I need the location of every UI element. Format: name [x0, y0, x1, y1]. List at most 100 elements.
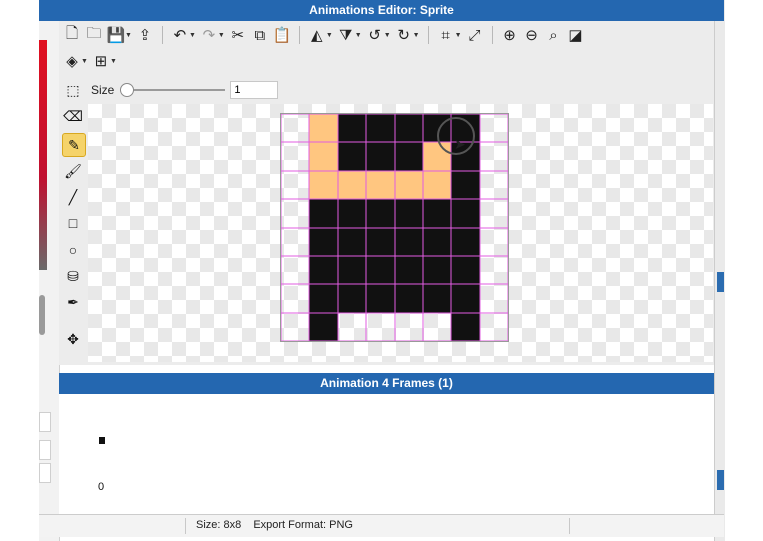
sprite-pixel[interactable] [337, 255, 367, 285]
sprite-pixel[interactable] [422, 199, 452, 228]
sprite-pixel[interactable] [281, 313, 309, 341]
sprite-pixel[interactable] [480, 313, 508, 341]
chevron-down-icon[interactable]: ▼ [455, 32, 462, 39]
resize-icon[interactable]: ⤢ [464, 24, 486, 46]
sprite-pixel[interactable] [480, 199, 508, 227]
sprite-pixel[interactable] [281, 199, 309, 227]
sprite-pixel[interactable] [451, 170, 480, 200]
chevron-down-icon[interactable]: ▼ [326, 32, 333, 39]
open-folder-icon[interactable]: 🗀 [83, 24, 105, 46]
sprite-pixel[interactable] [309, 199, 338, 228]
new-file-icon[interactable]: 🗋 [61, 24, 83, 46]
sprite-pixel[interactable] [451, 199, 480, 228]
sprite-pixel[interactable] [281, 256, 309, 284]
sprite-pixel[interactable] [423, 313, 451, 341]
selection-icon[interactable]: ⬚ [62, 79, 84, 101]
sprite-pixel[interactable] [422, 255, 452, 285]
flip-vertical-icon[interactable]: ⧩ [335, 24, 357, 46]
chevron-down-icon[interactable]: ▼ [413, 32, 420, 39]
sprite-pixel[interactable] [451, 255, 480, 285]
line-icon[interactable]: ╱ [62, 186, 84, 208]
paste-icon[interactable]: 📋 [271, 24, 293, 46]
sprite-pixel[interactable] [422, 170, 452, 200]
sprite-pixel[interactable] [394, 199, 423, 228]
zoom-out-icon[interactable]: ⊖ [521, 24, 543, 46]
sprite-pixel[interactable] [366, 255, 395, 285]
sprite-pixel[interactable] [366, 313, 394, 341]
sprite-pixel[interactable] [309, 312, 338, 342]
sprite-pixel[interactable] [281, 228, 309, 256]
brush-icon[interactable]: 🖌 [62, 160, 84, 182]
save-icon[interactable]: 💾 [105, 24, 127, 46]
sprite-pixel[interactable] [309, 114, 338, 143]
sprite-pixel[interactable] [394, 255, 423, 285]
layers-icon[interactable]: ◈ [61, 50, 83, 72]
sprite-pixel[interactable] [366, 114, 395, 143]
chevron-down-icon[interactable]: ▼ [384, 32, 391, 39]
chevron-down-icon[interactable]: ▼ [218, 32, 225, 39]
sprite-pixel[interactable] [395, 313, 423, 341]
sprite-pixel[interactable] [480, 256, 508, 284]
sprite-pixel[interactable] [309, 284, 338, 313]
crop-icon[interactable]: ⌗ [435, 24, 457, 46]
sprite-pixel[interactable] [337, 199, 367, 228]
circle-icon[interactable]: ○ [62, 239, 84, 261]
sprite-pixel[interactable] [451, 227, 480, 256]
grid-icon[interactable]: ⊞ [90, 50, 112, 72]
sprite-pixel[interactable] [366, 170, 395, 200]
chevron-down-icon[interactable]: ▼ [189, 32, 196, 39]
sprite-pixel[interactable] [337, 142, 367, 171]
sprite-pixel[interactable] [394, 284, 423, 313]
sprite-pixel[interactable] [422, 284, 452, 313]
sprite-pixel[interactable] [480, 114, 508, 142]
rectangle-icon[interactable]: □ [62, 212, 84, 234]
sprite-pixel[interactable] [281, 171, 309, 199]
rotate-right-icon[interactable]: ↻ [393, 24, 415, 46]
sprite-pixel[interactable] [309, 255, 338, 285]
sprite-pixel[interactable] [451, 312, 480, 342]
sprite-pixel[interactable] [480, 228, 508, 256]
pencil-icon[interactable]: ✎ [62, 133, 86, 157]
sprite-pixel[interactable] [480, 171, 508, 199]
sprite-grid[interactable] [280, 113, 509, 342]
fill-icon[interactable]: ⛁ [62, 265, 84, 287]
scrollbar-thumb[interactable] [39, 295, 45, 335]
sprite-pixel[interactable] [337, 227, 367, 256]
sprite-pixel[interactable] [309, 170, 338, 200]
sprite-pixel[interactable] [281, 284, 309, 312]
cut-icon[interactable]: ✂ [227, 24, 249, 46]
pan-icon[interactable]: ✥ [62, 328, 84, 350]
redo-icon[interactable]: ↷ [198, 24, 220, 46]
flip-horizontal-icon[interactable]: ◭ [306, 24, 328, 46]
sprite-pixel[interactable] [394, 227, 423, 256]
sprite-pixel[interactable] [338, 313, 366, 341]
chevron-down-icon[interactable]: ▼ [110, 58, 117, 65]
chevron-down-icon[interactable]: ▼ [355, 32, 362, 39]
sprite-pixel[interactable] [394, 170, 423, 200]
sprite-pixel[interactable] [309, 142, 338, 171]
chevron-down-icon[interactable]: ▼ [125, 32, 132, 39]
frame-thumbnail[interactable] [99, 437, 105, 444]
background-toggle-icon[interactable]: ◪ [565, 24, 587, 46]
sprite-pixel[interactable] [281, 114, 309, 142]
sprite-pixel[interactable] [422, 227, 452, 256]
copy-icon[interactable]: ⧉ [249, 24, 271, 46]
sprite-pixel[interactable] [337, 170, 367, 200]
sprite-pixel[interactable] [366, 142, 395, 171]
size-slider[interactable] [120, 83, 226, 97]
zoom-in-icon[interactable]: ⊕ [499, 24, 521, 46]
sprite-pixel[interactable] [366, 284, 395, 313]
sprite-pixel[interactable] [480, 284, 508, 312]
sprite-pixel[interactable] [366, 227, 395, 256]
size-input[interactable]: 1 [230, 81, 279, 99]
slider-thumb[interactable] [120, 83, 135, 97]
sprite-pixel[interactable] [394, 142, 423, 171]
sprite-pixel[interactable] [480, 142, 508, 170]
eraser-icon[interactable]: ⌫ [62, 105, 84, 127]
export-icon[interactable]: ⇪ [134, 24, 156, 46]
chevron-down-icon[interactable]: ▼ [81, 58, 88, 65]
sprite-pixel[interactable] [394, 114, 423, 143]
undo-icon[interactable]: ↶ [169, 24, 191, 46]
sprite-pixel[interactable] [309, 227, 338, 256]
sprite-pixel[interactable] [337, 284, 367, 313]
